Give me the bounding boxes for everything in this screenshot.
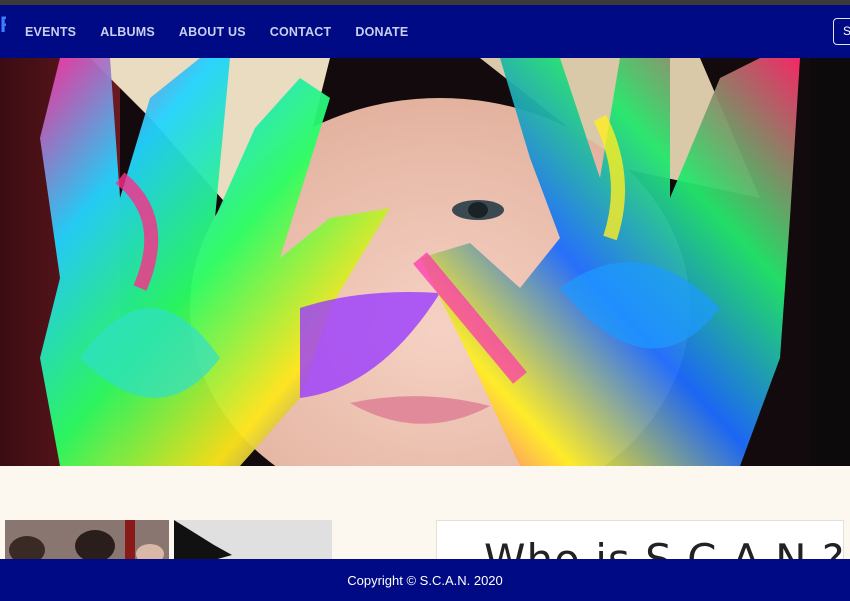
album-thumbnail-2[interactable] [174,520,332,560]
hero-image [0,58,850,466]
album-thumbnail-1[interactable] [5,520,169,560]
nav-link-albums[interactable]: ALBUMS [100,25,155,39]
nav-link-about-us[interactable]: ABOUT US [179,25,246,39]
navbar: R EVENTS ALBUMS ABOUT US CONTACT DONATE … [0,5,850,58]
footer: Copyright © S.C.A.N. 2020 [0,559,850,601]
thumbnail-photo-group [5,520,169,560]
nav-link-contact[interactable]: CONTACT [270,25,332,39]
nav-outline-button[interactable]: S [833,18,850,45]
footer-copyright: Copyright © S.C.A.N. 2020 [347,572,503,588]
thumbnail-photo-hand [174,520,332,560]
hero-painted-hands-illustration [0,58,850,466]
brand-logo-icon[interactable]: R [0,15,6,45]
nav-link-events[interactable]: EVENTS [25,25,76,39]
nav-links: EVENTS ALBUMS ABOUT US CONTACT DONATE [25,5,432,58]
nav-link-donate[interactable]: DONATE [355,25,408,39]
